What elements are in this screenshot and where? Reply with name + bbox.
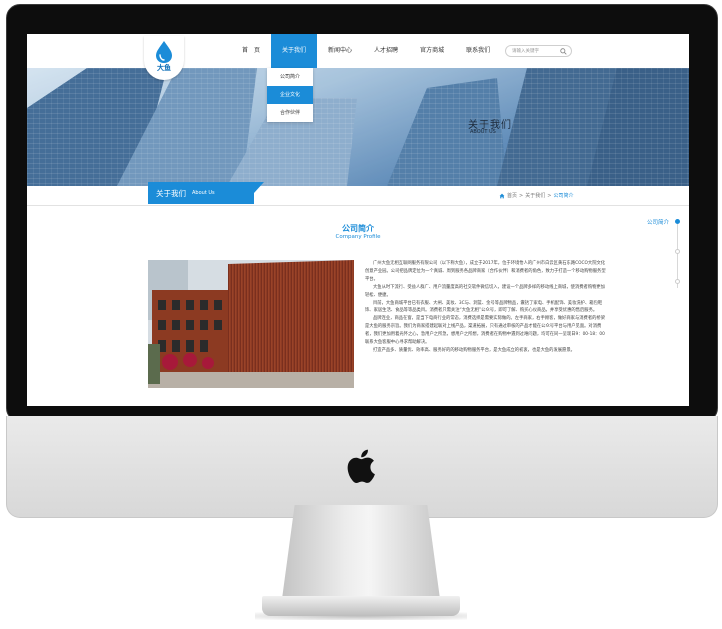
monitor-base — [262, 596, 460, 616]
breadcrumb-separator: > — [547, 192, 552, 199]
breadcrumb-parent[interactable]: 关于我们 — [525, 192, 545, 199]
main-nav: 首 页 关于我们 新闻中心 人才招聘 官方商城 联系我们 — [231, 34, 501, 68]
breadcrumb-current: 公司简介 — [553, 193, 574, 199]
nav-item-store[interactable]: 官方商城 — [409, 34, 455, 68]
nav-item-about[interactable]: 关于我们 — [271, 34, 318, 68]
breadcrumb-separator: > — [519, 192, 524, 199]
skyscraper-illustration — [27, 68, 689, 186]
dropdown-item-profile[interactable]: 公司简介 — [267, 68, 313, 86]
imac-frame: 大鱼 首 页 关于我们 新闻中心 人才招聘 官方商城 联系我们 请输入关键字 公… — [0, 0, 722, 629]
breadcrumb: 首页 > 关于我们 > 公司简介 — [499, 192, 573, 199]
building-illustration — [148, 260, 354, 388]
nav-item-contact[interactable]: 联系我们 — [455, 34, 501, 68]
site-header: 大鱼 首 页 关于我们 新闻中心 人才招聘 官方商城 联系我们 请输入关键字 — [27, 34, 689, 80]
section-label: 关于我们 About Us — [148, 182, 254, 204]
profile-paragraph: 品牌连业，商品在窗，是当下电商行业的常态，消费选择是需要实际做的。左手商家，右手… — [365, 316, 606, 346]
dropdown-item-partners[interactable]: 合作伙伴 — [267, 104, 313, 122]
side-nav-dot[interactable] — [675, 279, 680, 284]
section-title-cn: 关于我们 — [156, 189, 186, 198]
profile-paragraph: 广州大鱼无相互联网服务有限公司（以下称大鱼），成立于2017年，位于环境怡人的广… — [365, 261, 606, 282]
profile-paragraph: 目前，大鱼商城平台已有衣服、大闸、美妆、3C与、洞篮、金号等品牌物品，囊括了家电… — [365, 300, 603, 314]
apple-logo-icon — [347, 449, 375, 484]
company-profile-text: 广州大鱼无相互联网服务有限公司（以下称大鱼），成立于2017年，位于环境怡人的广… — [365, 260, 609, 355]
nav-item-news[interactable]: 新闻中心 — [317, 34, 363, 68]
search-placeholder: 请输入关键字 — [512, 49, 539, 54]
hero-banner: 关于我们 ABOUT US — [27, 68, 689, 186]
water-drop-icon — [156, 41, 172, 63]
side-nav-dot[interactable] — [675, 219, 680, 224]
section-bar: 关于我们 About Us 首页 > 关于我们 > 公司简介 — [27, 182, 689, 206]
profile-paragraph: 大鱼从时下流行、受益人群广、用户流量度高的社交软件微信切入，建设一个品牌多样的移… — [365, 284, 606, 298]
nav-item-careers[interactable]: 人才招聘 — [363, 34, 409, 68]
logo-text: 大鱼 — [157, 64, 171, 72]
content-subtitle: Company Profile — [335, 234, 381, 240]
banner-subtitle: ABOUT US — [470, 129, 496, 135]
section-title-en: About Us — [192, 190, 215, 196]
profile-paragraph: 打造产品多、质量优、效率高、服务好的的移动购物服务平台，是大鱼成立的初衷，也是大… — [373, 347, 575, 353]
content-title: 公司简介 — [342, 224, 374, 233]
about-dropdown-menu: 公司简介 企业文化 合作伙伴 — [267, 68, 313, 122]
site-logo[interactable]: 大鱼 — [144, 36, 184, 80]
search-input[interactable]: 请输入关键字 — [505, 45, 572, 57]
company-building-photo — [148, 260, 354, 388]
side-nav-label[interactable]: 公司简介 — [647, 218, 669, 226]
breadcrumb-home[interactable]: 首页 — [507, 192, 517, 199]
nav-item-home[interactable]: 首 页 — [231, 34, 271, 68]
search-icon[interactable] — [560, 48, 567, 55]
side-nav-dot[interactable] — [675, 249, 680, 254]
section-label-notch — [254, 182, 264, 204]
website-screen: 大鱼 首 页 关于我们 新闻中心 人才招聘 官方商城 联系我们 请输入关键字 公… — [27, 34, 689, 406]
home-icon — [499, 193, 505, 198]
dropdown-item-culture[interactable]: 企业文化 — [267, 86, 313, 104]
monitor-stand — [282, 505, 440, 599]
